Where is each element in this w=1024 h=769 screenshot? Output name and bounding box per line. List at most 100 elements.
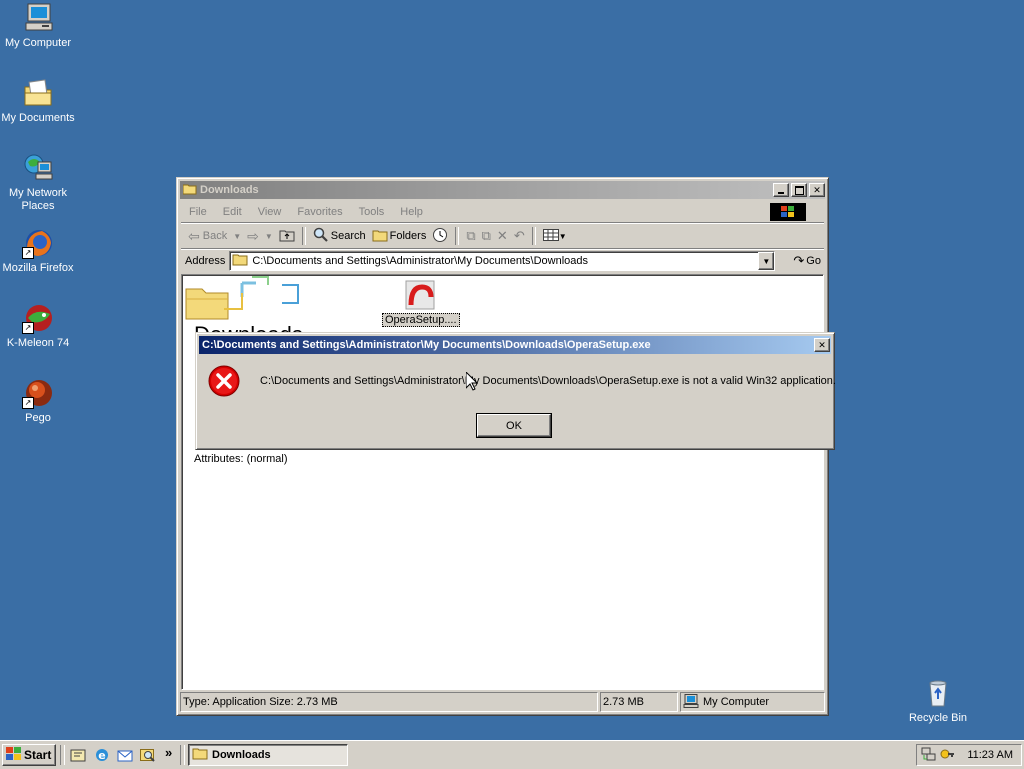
views-icon: [542, 228, 559, 244]
my-computer-icon: [683, 693, 699, 711]
ok-label: OK: [506, 419, 522, 432]
folders-button[interactable]: Folders: [369, 225, 430, 247]
window-title: Downloads: [200, 184, 259, 196]
menu-file[interactable]: File: [189, 206, 207, 218]
close-button[interactable]: ✕: [809, 183, 825, 197]
toolbar-separator: [531, 227, 536, 245]
desktop-icon-pego[interactable]: ↗ Pego: [0, 377, 76, 425]
status-size: 2.73 MB: [600, 692, 678, 712]
go-button[interactable]: ↷ Go: [793, 253, 821, 269]
back-button[interactable]: ⇦ Back ▼: [185, 225, 244, 247]
desktop-icon-label: My Computer: [4, 37, 72, 49]
address-bar: Address C:\Documents and Settings\Admini…: [181, 250, 824, 272]
delete-button[interactable]: ✕: [494, 225, 511, 247]
ok-button[interactable]: OK: [476, 413, 552, 438]
menu-edit[interactable]: Edit: [223, 206, 242, 218]
undo-icon: ↶: [513, 228, 525, 243]
move-to-button[interactable]: ⧉: [463, 225, 478, 247]
windows-logo-icon: [6, 746, 22, 764]
menu-view[interactable]: View: [258, 206, 282, 218]
status-type-size: Type: Application Size: 2.73 MB: [180, 692, 598, 712]
clock[interactable]: 11:23 AM: [967, 749, 1013, 761]
maximize-button[interactable]: [791, 183, 807, 197]
forward-button[interactable]: ⇨ ▼: [244, 225, 276, 247]
desktop-icon-firefox[interactable]: ↗ Mozilla Firefox: [0, 227, 76, 275]
error-icon: [208, 365, 240, 397]
folder-web-view-banner: [182, 275, 312, 323]
shortcut-arrow-icon: ↗: [22, 322, 34, 334]
forward-arrow-icon: ⇨: [247, 227, 259, 244]
taskbar-button-downloads[interactable]: Downloads: [188, 744, 348, 766]
status-zone: My Computer: [680, 692, 825, 712]
status-zone-text: My Computer: [703, 696, 770, 708]
error-message: C:\Documents and Settings\Administrator\…: [260, 375, 836, 387]
quick-launch-desktop[interactable]: [70, 747, 86, 766]
opera-installer-icon: [404, 279, 436, 311]
outlook-express-icon: [117, 750, 133, 766]
folders-label: Folders: [389, 230, 427, 242]
menu-favorites[interactable]: Favorites: [297, 206, 342, 218]
shortcut-arrow-icon: ↗: [22, 397, 34, 409]
dialog-close-button[interactable]: ✕: [814, 338, 830, 352]
address-combobox[interactable]: C:\Documents and Settings\Administrator\…: [229, 251, 776, 271]
pego-icon: ↗: [22, 377, 54, 409]
close-icon: ✕: [813, 184, 821, 195]
desktop-icon-label: My Network Places: [8, 187, 68, 212]
close-icon: ✕: [818, 339, 826, 350]
quick-launch-overflow[interactable]: »: [165, 745, 172, 760]
history-button[interactable]: [429, 225, 451, 247]
recycle-bin-icon: [922, 677, 954, 709]
network-places-icon: [22, 152, 54, 184]
desktop-icon-label: Recycle Bin: [908, 712, 968, 724]
desktop-icon-recycle-bin[interactable]: Recycle Bin: [900, 677, 976, 725]
go-arrow-icon: ↷: [793, 253, 805, 268]
folders-icon: [372, 228, 388, 245]
views-button[interactable]: ▼: [540, 225, 570, 247]
desktop-icon-k-meleon[interactable]: ↗ K-Meleon 74: [0, 302, 76, 350]
desktop-icon-label: Mozilla Firefox: [2, 262, 74, 274]
back-label: Back: [202, 230, 228, 242]
task-separator: [180, 745, 185, 765]
show-desktop-icon: [70, 749, 86, 766]
my-computer-icon: [22, 2, 54, 34]
address-input[interactable]: C:\Documents and Settings\Administrator\…: [252, 255, 588, 267]
folder-icon: [232, 253, 248, 269]
desktop-icon-my-documents[interactable]: My Documents: [0, 77, 76, 125]
standard-toolbar: ⇦ Back ▼ ⇨ ▼ Search Folders ⧉ ⧉ ✕ ↶ ▼: [181, 224, 824, 249]
windows-logo-icon: [770, 203, 806, 221]
desktop-icon-network-places[interactable]: My Network Places: [0, 152, 76, 213]
dropdown-arrow-icon: ▼: [233, 231, 242, 241]
quick-launch-ie[interactable]: e: [94, 747, 110, 766]
undo-button[interactable]: ↶: [511, 225, 528, 247]
menu-bar: File Edit View Favorites Tools Help: [181, 202, 824, 223]
start-button[interactable]: Start: [2, 744, 56, 766]
dialog-titlebar[interactable]: C:\Documents and Settings\Administrator\…: [199, 336, 831, 354]
menu-tools[interactable]: Tools: [359, 206, 385, 218]
address-dropdown-button[interactable]: ▼: [758, 252, 775, 270]
copy-to-button[interactable]: ⧉: [479, 225, 494, 247]
mouse-cursor-icon: [465, 370, 479, 394]
status-text: Type: Application Size: 2.73 MB: [183, 696, 338, 708]
copy-to-icon: ⧉: [481, 228, 491, 243]
network-tray-icon[interactable]: [921, 746, 937, 765]
search-button[interactable]: Search: [310, 225, 369, 247]
quick-launch-search[interactable]: [140, 747, 156, 766]
menu-help[interactable]: Help: [400, 206, 423, 218]
up-folder-button[interactable]: [276, 225, 298, 247]
quick-launch-outlook[interactable]: [117, 747, 133, 766]
firefox-icon: ↗: [22, 227, 54, 259]
minimize-button[interactable]: [773, 183, 789, 197]
system-tray: 11:23 AM: [916, 744, 1022, 766]
dropdown-arrow-icon: ▼: [264, 231, 273, 241]
file-label: OperaSetup....: [382, 313, 460, 327]
desktop-icon-my-computer[interactable]: My Computer: [0, 2, 76, 50]
go-label: Go: [806, 255, 821, 267]
taskbar-button-label: Downloads: [212, 749, 271, 761]
security-tray-icon[interactable]: [939, 746, 955, 765]
status-bar: Type: Application Size: 2.73 MB 2.73 MB …: [180, 692, 825, 712]
delete-icon: ✕: [496, 228, 508, 243]
file-item-operasetup[interactable]: OperaSetup....: [382, 279, 460, 327]
quick-launch-separator: [60, 745, 65, 765]
explorer-titlebar[interactable]: Downloads ✕: [180, 181, 825, 199]
internet-explorer-icon: e: [94, 749, 110, 766]
